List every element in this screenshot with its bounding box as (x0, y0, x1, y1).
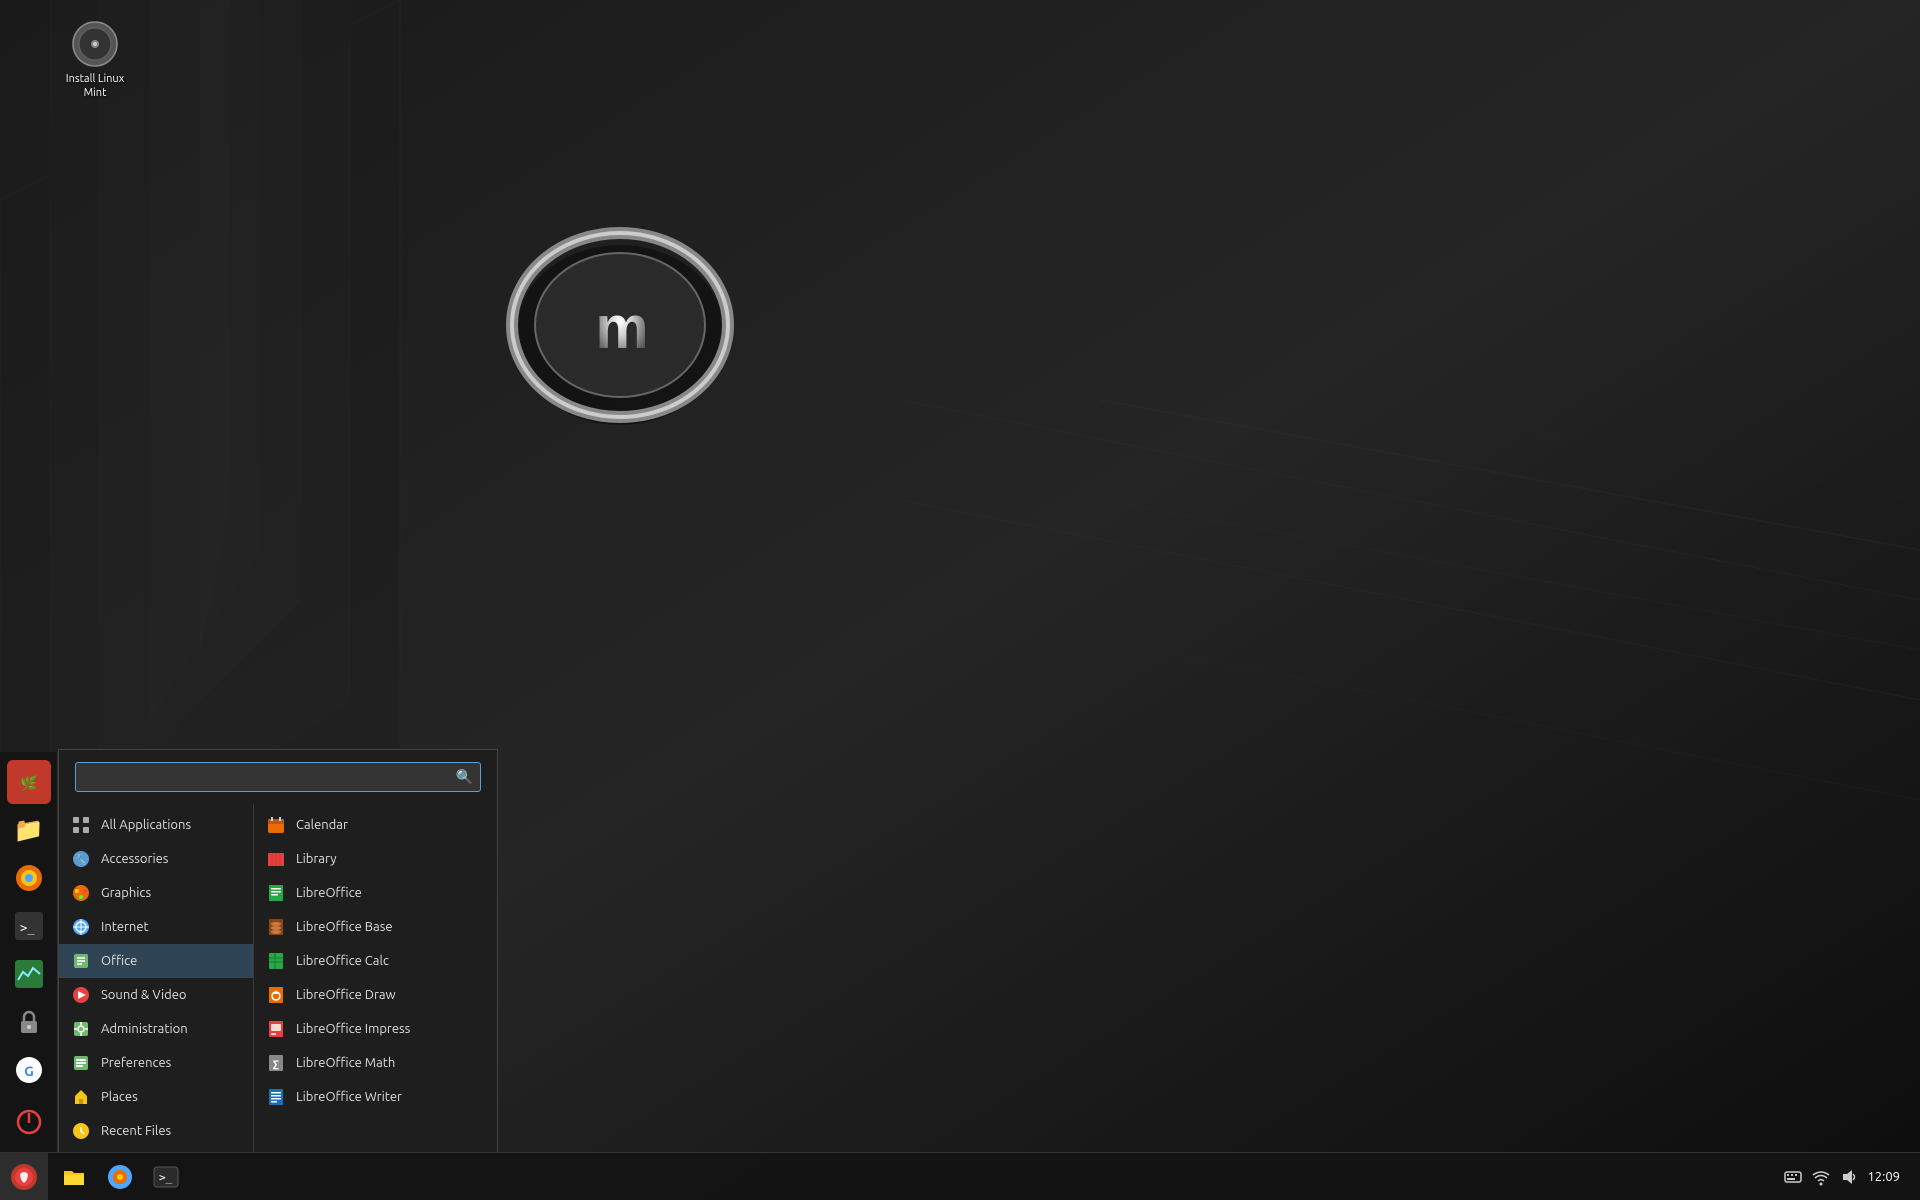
office-icon (71, 951, 91, 971)
menu-right-panel: Calendar Library (254, 804, 497, 1152)
menu-item-internet[interactable]: Internet (59, 910, 253, 944)
tray-network-icon[interactable] (1811, 1167, 1831, 1187)
menu-content: All Applications 🔧 Accessories (59, 804, 497, 1152)
menu-item-office-label: Office (101, 954, 137, 968)
svg-text:>_: >_ (20, 921, 35, 935)
menu-item-libreoffice-draw-label: LibreOffice Draw (296, 988, 396, 1002)
menu-item-recent-files[interactable]: Recent Files (59, 1114, 253, 1148)
menu-item-recent-files-label: Recent Files (101, 1124, 171, 1138)
recent-files-icon (71, 1121, 91, 1141)
libreoffice-icon (266, 883, 286, 903)
sidebar-btn-power[interactable] (7, 1100, 51, 1144)
preferences-icon (71, 1053, 91, 1073)
menu-item-calendar[interactable]: Calendar (254, 808, 497, 842)
libreoffice-writer-icon (266, 1087, 286, 1107)
taskbar-app-terminal[interactable]: >_ (144, 1155, 188, 1199)
install-linux-mint-label: Install Linux Mint (55, 72, 135, 101)
menu-item-graphics-label: Graphics (101, 886, 151, 900)
graphics-icon (71, 883, 91, 903)
svg-text:m: m (595, 294, 645, 361)
taskbar-start-button[interactable] (0, 1153, 48, 1200)
administration-icon (71, 1019, 91, 1039)
menu-item-accessories[interactable]: 🔧 Accessories (59, 842, 253, 876)
menu-item-places-label: Places (101, 1090, 138, 1104)
search-area: 🔍 (59, 750, 497, 804)
sidebar-btn-google[interactable]: G (7, 1048, 51, 1092)
desktop-logo: m (495, 200, 745, 450)
menu-item-libreoffice-label: LibreOffice (296, 886, 362, 900)
menu-item-administration-label: Administration (101, 1022, 188, 1036)
libreoffice-draw-icon (266, 985, 286, 1005)
menu-item-libreoffice-math[interactable]: ∑ LibreOffice Math (254, 1046, 497, 1080)
menu-item-internet-label: Internet (101, 920, 149, 934)
menu-item-preferences[interactable]: Preferences (59, 1046, 253, 1080)
svg-text:∑: ∑ (273, 1059, 279, 1071)
menu-item-libreoffice[interactable]: LibreOffice (254, 876, 497, 910)
libreoffice-math-icon: ∑ (266, 1053, 286, 1073)
sidebar-panel: 🌿 📁 >_ (0, 752, 58, 1152)
accessories-icon: 🔧 (71, 849, 91, 869)
sidebar-btn-start[interactable]: 🌿 (7, 760, 51, 804)
taskbar-items: >_ (48, 1155, 1771, 1199)
menu-item-libreoffice-calc-label: LibreOffice Calc (296, 954, 389, 968)
svg-text:G: G (24, 1063, 34, 1079)
sidebar-btn-firefox[interactable] (7, 856, 51, 900)
menu-item-preferences-label: Preferences (101, 1056, 171, 1070)
install-linux-mint-icon[interactable]: Install Linux Mint (55, 20, 135, 101)
sidebar-btn-terminal[interactable]: >_ (7, 904, 51, 948)
places-icon (71, 1087, 91, 1107)
menu-item-places[interactable]: Places (59, 1080, 253, 1114)
menu-item-all-applications[interactable]: All Applications (59, 808, 253, 842)
menu-item-libreoffice-writer-label: LibreOffice Writer (296, 1090, 402, 1104)
menu-item-administration[interactable]: Administration (59, 1012, 253, 1046)
sidebar-btn-system-monitor[interactable] (7, 952, 51, 996)
internet-icon (71, 917, 91, 937)
menu-item-sound-video-label: Sound & Video (101, 988, 187, 1002)
taskbar-tray: 12:09 (1771, 1167, 1920, 1187)
taskbar-app-files[interactable] (52, 1155, 96, 1199)
sound-video-icon (71, 985, 91, 1005)
taskbar-app-firefox[interactable] (98, 1155, 142, 1199)
menu-item-libreoffice-calc[interactable]: LibreOffice Calc (254, 944, 497, 978)
library-icon (266, 849, 286, 869)
tray-keyboard-icon[interactable] (1783, 1167, 1803, 1187)
menu-item-libreoffice-base-label: LibreOffice Base (296, 920, 393, 934)
libreoffice-base-icon (266, 917, 286, 937)
menu-item-calendar-label: Calendar (296, 818, 348, 832)
svg-text:🌿: 🌿 (20, 775, 37, 792)
menu-item-graphics[interactable]: Graphics (59, 876, 253, 910)
menu-item-all-applications-label: All Applications (101, 818, 191, 832)
start-menu: 🔍 All Applications (58, 749, 498, 1152)
menu-item-libreoffice-math-label: LibreOffice Math (296, 1056, 395, 1070)
menu-item-libreoffice-draw[interactable]: LibreOffice Draw (254, 978, 497, 1012)
menu-item-libreoffice-base[interactable]: LibreOffice Base (254, 910, 497, 944)
all-apps-icon (71, 815, 91, 835)
calendar-icon (266, 815, 286, 835)
menu-item-libreoffice-impress[interactable]: LibreOffice Impress (254, 1012, 497, 1046)
taskbar-time: 12:09 (1867, 1170, 1908, 1184)
menu-item-accessories-label: Accessories (101, 852, 168, 866)
menu-item-office[interactable]: Office (59, 944, 253, 978)
search-wrapper: 🔍 (75, 762, 481, 792)
tray-sound-icon[interactable] (1839, 1167, 1859, 1187)
svg-text:🔧: 🔧 (75, 853, 87, 866)
menu-item-library[interactable]: Library (254, 842, 497, 876)
desktop: m Install Linux Mint 🌿 📁 (0, 0, 1920, 1200)
menu-item-sound-video[interactable]: Sound & Video (59, 978, 253, 1012)
svg-text:>_: >_ (159, 1171, 173, 1184)
search-input[interactable] (75, 762, 481, 792)
libreoffice-calc-icon (266, 951, 286, 971)
taskbar: >_ (0, 1152, 1920, 1200)
sidebar-btn-files[interactable]: 📁 (7, 808, 51, 852)
disc-icon (71, 20, 119, 68)
menu-left-panel: All Applications 🔧 Accessories (59, 804, 254, 1152)
sidebar-btn-lock[interactable] (7, 1000, 51, 1044)
menu-item-libreoffice-writer[interactable]: LibreOffice Writer (254, 1080, 497, 1114)
libreoffice-impress-icon (266, 1019, 286, 1039)
menu-item-libreoffice-impress-label: LibreOffice Impress (296, 1022, 410, 1036)
menu-item-library-label: Library (296, 852, 336, 866)
